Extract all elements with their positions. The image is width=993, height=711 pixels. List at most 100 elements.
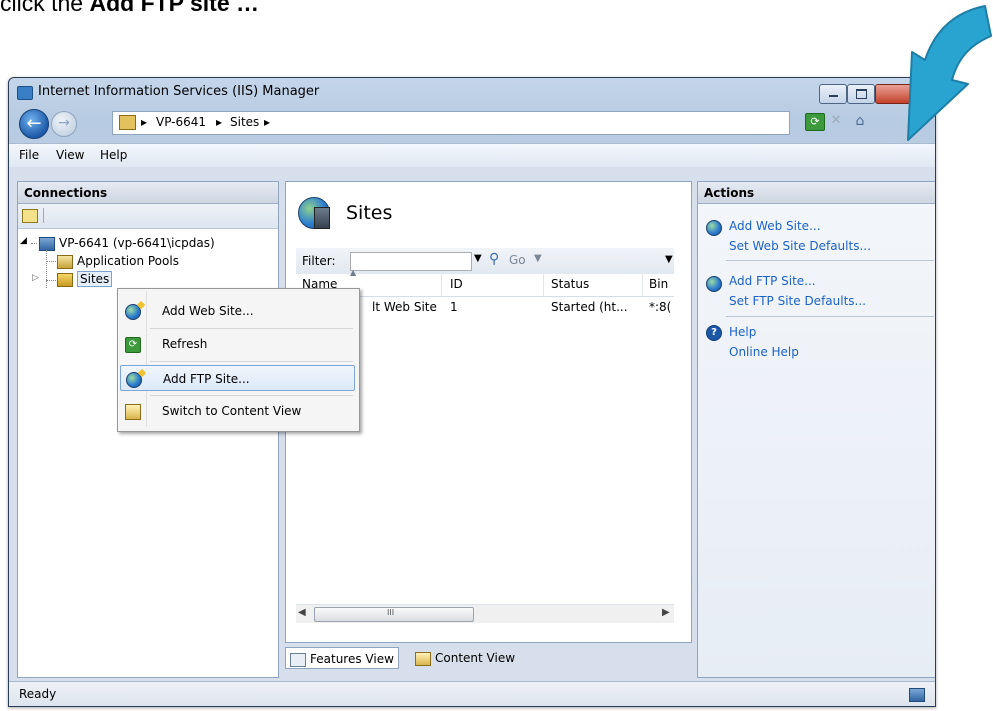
filter-label: Filter: xyxy=(302,254,336,268)
forward-button[interactable]: → xyxy=(51,111,77,137)
filter-input[interactable] xyxy=(350,252,472,271)
address-bar[interactable]: ▸ VP-6641 ▸ Sites ▸ xyxy=(112,111,790,135)
context-separator xyxy=(150,328,353,329)
server-icon xyxy=(39,236,55,251)
tree-line xyxy=(46,261,56,262)
application-pools-label: Application Pools xyxy=(77,254,179,268)
column-options-icon[interactable]: ▼ xyxy=(665,254,673,265)
content-view-icon xyxy=(125,404,141,420)
forward-arrow-icon: → xyxy=(58,115,70,131)
back-button[interactable]: ← xyxy=(19,109,49,139)
refresh-arrows-icon: ⟳ xyxy=(125,337,141,353)
window-title: Internet Information Services (IIS) Mana… xyxy=(38,84,320,99)
go-dropdown-icon[interactable]: ▼ xyxy=(534,253,542,264)
context-add-web-site[interactable]: Add Web Site... xyxy=(120,298,355,324)
add-web-site-icon xyxy=(706,220,722,236)
column-divider[interactable] xyxy=(543,274,544,296)
go-button[interactable]: Go xyxy=(509,253,526,267)
arrow-shape xyxy=(907,5,992,141)
stop-icon: ✕ xyxy=(830,113,842,128)
column-header-binding[interactable]: Bin xyxy=(649,277,668,291)
menu-file[interactable]: File xyxy=(19,148,39,162)
features-view-icon xyxy=(290,652,306,667)
context-menu: Add Web Site... ⟳ Refresh Add FTP Site..… xyxy=(117,288,360,432)
action-help[interactable]: Help xyxy=(729,325,756,339)
action-set-web-site-defaults[interactable]: Set Web Site Defaults... xyxy=(729,239,871,253)
expand-icon[interactable]: ▷ xyxy=(32,273,39,283)
binoculars-icon: ⚲ xyxy=(489,251,500,267)
status-text: Ready xyxy=(19,687,57,701)
scroll-right-icon[interactable]: ▶ xyxy=(662,607,670,618)
horizontal-scrollbar[interactable]: ◀ III ▶ xyxy=(296,604,674,623)
breadcrumb-server[interactable]: VP-6641 xyxy=(156,115,206,129)
menu-view[interactable]: View xyxy=(56,148,84,162)
tree-node-server[interactable]: VP-6641 (vp-6641\icpdas) xyxy=(39,236,215,251)
connections-toolbar xyxy=(18,204,278,229)
breadcrumb-separator: ▸ xyxy=(264,115,271,129)
tab-content-view[interactable]: Content View xyxy=(411,647,519,669)
cell-binding: *:8( xyxy=(649,300,672,314)
context-add-ftp-site[interactable]: Add FTP Site... xyxy=(120,365,355,391)
sites-folder-icon xyxy=(119,115,136,130)
context-switch-content-view-label: Switch to Content View xyxy=(162,404,302,418)
scroll-left-icon[interactable]: ◀ xyxy=(298,607,306,618)
context-separator xyxy=(150,395,353,396)
breadcrumb-separator: ▸ xyxy=(141,115,148,129)
column-divider[interactable] xyxy=(642,274,643,296)
breadcrumb-separator: ▸ xyxy=(216,115,223,129)
view-tabs: Features View Content View xyxy=(285,647,690,671)
filter-dropdown-icon[interactable]: ▼ xyxy=(474,253,482,264)
column-header-id[interactable]: ID xyxy=(450,277,463,291)
collapse-icon[interactable]: ◢ xyxy=(20,236,27,246)
breadcrumb-sites[interactable]: Sites xyxy=(230,115,259,129)
column-divider[interactable] xyxy=(441,274,442,296)
title-bar: Internet Information Services (IIS) Mana… xyxy=(9,78,935,106)
create-connection-icon[interactable] xyxy=(22,209,38,223)
tree-node-sites[interactable]: Sites xyxy=(57,271,113,287)
scroll-grip: III xyxy=(387,608,395,617)
sites-icon xyxy=(57,272,73,287)
column-header-status[interactable]: Status xyxy=(551,277,589,291)
minimize-button[interactable] xyxy=(819,84,847,104)
context-refresh[interactable]: ⟳ Refresh xyxy=(120,331,355,357)
sort-ascending-icon: ▲ xyxy=(350,268,357,277)
menu-bar: File View Help xyxy=(9,143,935,168)
scroll-thumb[interactable]: III xyxy=(314,607,474,622)
tree-line xyxy=(46,250,47,288)
connections-header: Connections xyxy=(18,182,278,204)
main-content: Connections ◢ VP-6641 (vp-6641\icpdas) A… xyxy=(9,167,935,706)
action-add-web-site[interactable]: Add Web Site... xyxy=(729,219,821,233)
context-add-ftp-site-label: Add FTP Site... xyxy=(163,372,250,386)
pointing-arrow-icon xyxy=(907,5,992,141)
page-title: Sites xyxy=(346,202,393,224)
toolbar-divider xyxy=(43,208,44,223)
tree-node-application-pools[interactable]: Application Pools xyxy=(57,254,179,269)
refresh-icon: ⟳ xyxy=(810,115,820,128)
instruction-caption: click the Add FTP site … xyxy=(0,0,259,17)
menu-help[interactable]: Help xyxy=(100,148,127,162)
action-set-ftp-site-defaults[interactable]: Set FTP Site Defaults... xyxy=(729,294,866,308)
back-arrow-icon: ← xyxy=(26,113,42,134)
caption-text: click the xyxy=(0,0,90,16)
cell-status: Started (ht... xyxy=(551,300,628,314)
action-add-ftp-site[interactable]: Add FTP Site... xyxy=(729,274,816,288)
context-switch-content-view[interactable]: Switch to Content View xyxy=(120,398,355,424)
actions-header: Actions xyxy=(698,182,935,204)
help-icon: ? xyxy=(706,325,722,341)
actions-divider xyxy=(726,316,934,317)
refresh-button[interactable]: ⟳ xyxy=(805,113,825,131)
add-ftp-site-icon xyxy=(706,276,722,292)
tree-line xyxy=(46,280,56,281)
cell-name: lt Web Site xyxy=(372,300,437,314)
actions-pane: Actions Add Web Site... Set Web Site Def… xyxy=(697,181,935,678)
stop-button[interactable]: ✕ xyxy=(828,113,844,129)
application-pools-icon xyxy=(57,254,73,269)
content-view-icon xyxy=(415,651,431,666)
status-server-icon xyxy=(909,688,925,702)
context-refresh-label: Refresh xyxy=(162,337,208,351)
context-separator xyxy=(150,361,353,362)
action-online-help[interactable]: Online Help xyxy=(729,345,799,359)
tab-features-view[interactable]: Features View xyxy=(285,647,399,669)
status-bar: Ready xyxy=(9,681,935,706)
server-label: VP-6641 (vp-6641\icpdas) xyxy=(59,236,215,250)
